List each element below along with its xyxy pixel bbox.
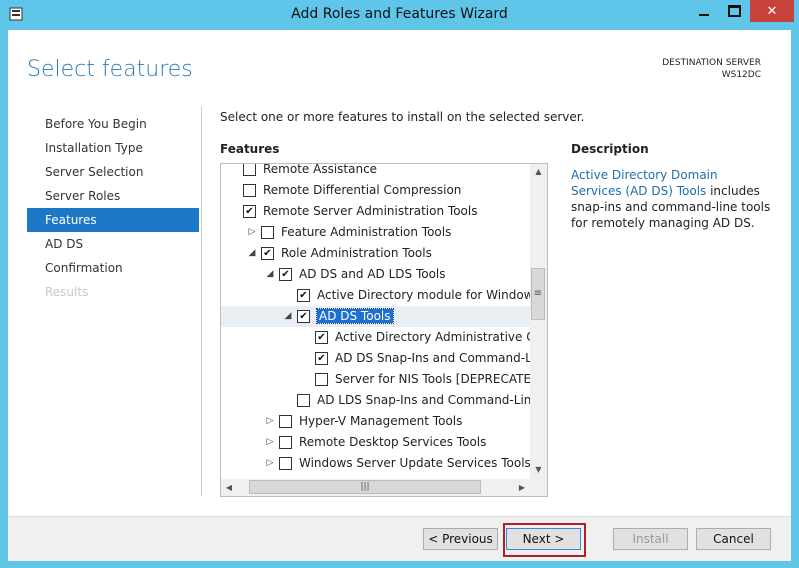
feature-checkbox[interactable]: ✔: [261, 247, 274, 260]
install-button: Install: [613, 528, 688, 550]
feature-checkbox[interactable]: [279, 457, 292, 470]
feature-checkbox[interactable]: ✔: [297, 289, 310, 302]
feature-label: AD DS and AD LDS Tools: [299, 267, 446, 281]
scrollbar-corner: [530, 479, 547, 496]
collapse-arrow-icon[interactable]: ◢: [283, 310, 293, 322]
feature-label: Server for NIS Tools [DEPRECATED]: [335, 372, 530, 386]
expand-arrow-icon[interactable]: ▷: [247, 226, 257, 238]
window-title: Add Roles and Features Wizard: [291, 6, 508, 22]
vertical-scrollbar[interactable]: ▲ ≡ ▼: [530, 164, 547, 479]
feature-checkbox[interactable]: ✔: [279, 268, 292, 281]
scroll-right-icon[interactable]: ▶: [514, 479, 530, 496]
horizontal-scrollbar[interactable]: ◀ ||| ▶: [221, 479, 530, 496]
title-bar: Add Roles and Features Wizard ✕: [0, 0, 799, 30]
feature-label: Hyper-V Management Tools: [299, 414, 463, 428]
feature-checkbox[interactable]: ✔: [315, 352, 328, 365]
feature-label: Remote Desktop Services Tools: [299, 435, 487, 449]
feature-row[interactable]: ◢ ✔ Role Administration Tools: [221, 243, 530, 264]
nav-item-results: Results: [45, 285, 89, 299]
maximize-button[interactable]: [720, 0, 748, 22]
feature-row[interactable]: Remote Differential Compression: [221, 180, 530, 201]
feature-checkbox[interactable]: [279, 415, 292, 428]
feature-row[interactable]: Remote Assistance: [221, 164, 530, 180]
next-button[interactable]: Next >: [506, 528, 581, 550]
nav-item-ad-ds[interactable]: AD DS: [27, 232, 199, 256]
feature-row[interactable]: AD LDS Snap-Ins and Command-Line Tools: [221, 390, 530, 411]
nav-divider: [201, 106, 202, 496]
description-text: Active Directory Domain Services (AD DS)…: [571, 167, 771, 231]
minimize-button[interactable]: [690, 0, 718, 22]
horizontal-scroll-thumb[interactable]: |||: [249, 480, 481, 494]
feature-label: AD LDS Snap-Ins and Command-Line Tools: [317, 393, 530, 407]
wizard-nav: Before You Begin Installation Type Serve…: [27, 112, 199, 304]
scroll-down-icon[interactable]: ▼: [530, 462, 547, 478]
nav-item-confirmation[interactable]: Confirmation: [27, 256, 199, 280]
feature-row[interactable]: ▷ Windows Server Update Services Tools: [221, 453, 530, 474]
page-title: Select features: [27, 57, 193, 82]
feature-label: Role Administration Tools: [281, 246, 432, 260]
nav-item-server-roles[interactable]: Server Roles: [27, 184, 199, 208]
feature-checkbox[interactable]: [243, 184, 256, 197]
vertical-scroll-thumb[interactable]: ≡: [531, 268, 545, 320]
destination-label: DESTINATION SERVER: [662, 58, 761, 68]
feature-row[interactable]: ✔ Active Directory module for Windows Pow…: [221, 285, 530, 306]
feature-label: Remote Assistance: [263, 164, 378, 176]
description-heading: Description: [571, 142, 649, 156]
features-tree[interactable]: Remote Assistance Remote Differential Com…: [220, 163, 548, 497]
feature-row[interactable]: ✔ Remote Server Administration Tools: [221, 201, 530, 222]
feature-checkbox[interactable]: [315, 373, 328, 386]
destination-server-name: WS12DC: [721, 70, 761, 80]
nav-item-before-you-begin[interactable]: Before You Begin: [27, 112, 199, 136]
close-button[interactable]: ✕: [750, 0, 794, 22]
feature-label: Active Directory module for Windows Powe…: [317, 288, 530, 302]
destination-server-info: DESTINATION SERVER WS12DC: [662, 57, 761, 81]
feature-checkbox[interactable]: ✔: [315, 331, 328, 344]
instruction-text: Select one or more features to install o…: [220, 110, 585, 124]
feature-checkbox[interactable]: [261, 226, 274, 239]
nav-item-installation-type[interactable]: Installation Type: [27, 136, 199, 160]
feature-row[interactable]: Server for NIS Tools [DEPRECATED]: [221, 369, 530, 390]
feature-row[interactable]: ◢ ✔ AD DS and AD LDS Tools: [221, 264, 530, 285]
feature-checkbox[interactable]: [297, 394, 310, 407]
feature-label: AD DS Tools: [316, 308, 394, 324]
maximize-icon: [727, 5, 741, 17]
cancel-button[interactable]: Cancel: [696, 528, 771, 550]
feature-row[interactable]: ▷ Feature Administration Tools: [221, 222, 530, 243]
feature-row[interactable]: ▷ Hyper-V Management Tools: [221, 411, 530, 432]
expand-arrow-icon[interactable]: ▷: [265, 436, 275, 448]
feature-row[interactable]: ▷ Remote Desktop Services Tools: [221, 432, 530, 453]
scroll-up-icon[interactable]: ▲: [530, 164, 547, 180]
description-link[interactable]: Active Directory Domain Services (AD DS)…: [571, 168, 718, 198]
feature-row[interactable]: ✔ AD DS Snap-Ins and Command-Line Tools: [221, 348, 530, 369]
expand-arrow-icon[interactable]: ▷: [265, 415, 275, 427]
feature-checkbox[interactable]: [243, 164, 256, 176]
feature-label: AD DS Snap-Ins and Command-Line Tools: [335, 351, 530, 365]
nav-item-features[interactable]: Features: [27, 208, 199, 232]
features-heading: Features: [220, 142, 280, 156]
previous-button[interactable]: < Previous: [423, 528, 498, 550]
expand-arrow-icon[interactable]: ▷: [265, 457, 275, 469]
feature-row[interactable]: ✔ Active Directory Administrative Center: [221, 327, 530, 348]
feature-checkbox[interactable]: ✔: [243, 205, 256, 218]
collapse-arrow-icon[interactable]: ◢: [265, 268, 275, 280]
feature-label: Remote Differential Compression: [263, 183, 462, 197]
feature-checkbox[interactable]: ✔: [297, 310, 310, 323]
feature-label: Feature Administration Tools: [281, 225, 452, 239]
close-icon: ✕: [766, 3, 778, 19]
collapse-arrow-icon[interactable]: ◢: [247, 247, 257, 259]
feature-checkbox[interactable]: [279, 436, 292, 449]
scroll-left-icon[interactable]: ◀: [221, 479, 237, 496]
feature-label: Windows Server Update Services Tools: [299, 456, 530, 470]
minimize-icon: [699, 14, 709, 16]
feature-row[interactable]: ◢ ✔ AD DS Tools: [221, 306, 530, 327]
features-tree-rows: Remote Assistance Remote Differential Com…: [221, 164, 530, 479]
wizard-client: Select features DESTINATION SERVER WS12D…: [8, 30, 791, 561]
nav-item-server-selection[interactable]: Server Selection: [27, 160, 199, 184]
feature-label: Remote Server Administration Tools: [263, 204, 478, 218]
wizard-footer: < Previous Next > Install Cancel: [8, 516, 791, 561]
feature-label: Active Directory Administrative Center: [335, 330, 530, 344]
